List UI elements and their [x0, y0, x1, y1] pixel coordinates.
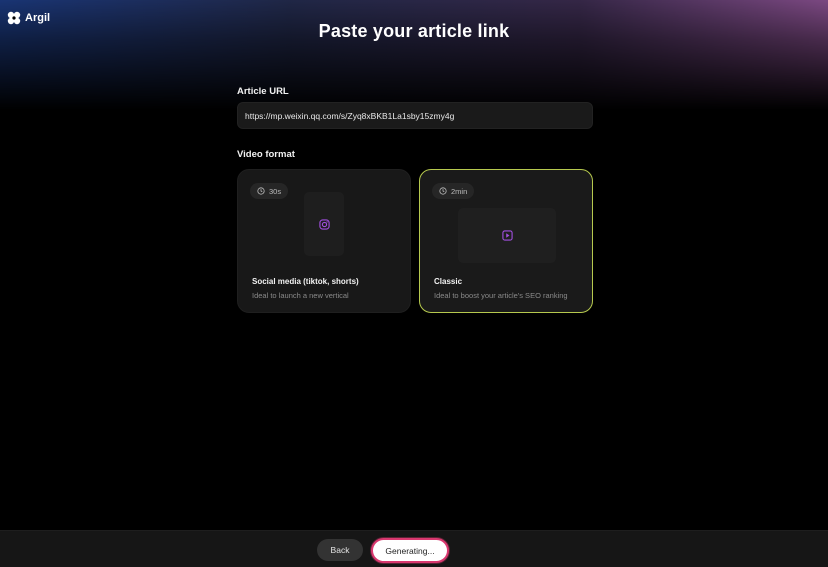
video-format-label: Video format	[237, 149, 295, 160]
duration-badge: 30s	[250, 183, 289, 199]
clock-icon	[439, 187, 447, 195]
vertical-preview	[304, 192, 344, 256]
card-description: Ideal to launch a new vertical	[252, 291, 349, 300]
header-gradient	[0, 0, 828, 110]
article-url-input[interactable]	[237, 102, 593, 129]
card-title: Social media (tiktok, shorts)	[252, 277, 359, 286]
page-title: Paste your article link	[318, 21, 510, 41]
duration-text: 30s	[269, 186, 282, 196]
duration-text: 2min	[451, 186, 468, 196]
horizontal-preview	[458, 208, 556, 263]
instagram-icon	[318, 218, 330, 230]
clock-icon	[257, 187, 265, 195]
duration-badge: 2min	[432, 183, 475, 199]
article-url-label: Article URL	[237, 86, 289, 97]
generate-button[interactable]: Generating...	[371, 538, 449, 563]
format-card-social[interactable]: 30s Social media (tiktok, shorts) Ideal …	[237, 169, 411, 313]
video-play-icon	[501, 230, 513, 241]
card-title: Classic	[434, 277, 463, 286]
back-button[interactable]: Back	[317, 539, 363, 561]
format-card-classic[interactable]: 2min Classic Ideal to boost your article…	[419, 169, 593, 313]
card-description: Ideal to boost your article's SEO rankin…	[434, 291, 568, 300]
